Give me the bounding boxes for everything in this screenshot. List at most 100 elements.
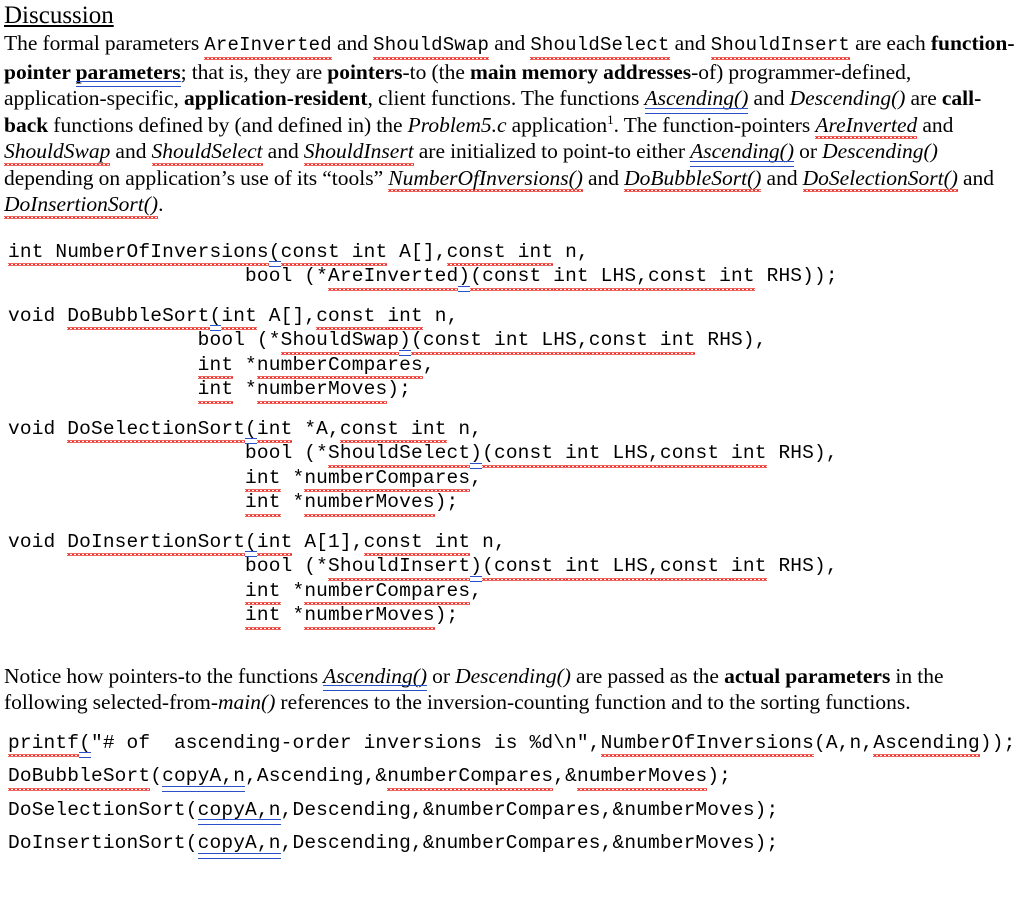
keyword-int: int [493,329,530,354]
code-run: A[], [387,240,447,263]
keyword-const: (const [482,555,566,580]
italic-descending-3: Descending() [455,663,571,688]
keyword-int: int [719,265,755,290]
grammar-paren: ) [399,329,411,355]
code-line: int *numberCompares, [8,466,1024,492]
code-run: , [422,353,435,376]
code-run: * [233,353,257,376]
keyword-int: int [434,530,471,556]
code-term-shouldinsert: ShouldInsert [710,32,851,59]
code-run: * [280,579,305,602]
italic-descending-2: Descending() [822,139,938,163]
code-line: int *numberMoves); [8,377,1024,403]
keyword-const: const [363,530,435,556]
keyword-int: int [197,378,234,403]
discussion-paragraph-1: The formal parameters AreInverted and Sh… [4,30,1018,218]
code-call-doselectionsort: DoSelectionSort(copyA,n,Descending,&numb… [8,798,1024,825]
code-run: * [280,491,305,513]
italic-ascending-1: Ascending() [644,86,749,113]
code-run: ,Ascending,& [245,765,388,787]
grammar-flagged-parameters: parameters [75,59,181,87]
param-numbermoves: numberMoves [256,378,388,403]
text-run: The formal parameters [4,31,205,55]
code-run: RHS), [766,555,838,577]
param-lhs: LHS, [600,442,661,467]
param-shouldinsert: ShouldInsert [328,555,471,580]
keyword-int: int [387,304,423,330]
text-run: and [489,31,531,55]
italic-numberofinversions: NumberOfInversions() [388,165,583,192]
param-areinverted: AreInverted [328,265,459,290]
code-line: bool (*ShouldInsert)(const int LHS,const… [8,554,1024,581]
grammar-paren: ) [458,265,471,291]
italic-ascending-3: Ascending() [323,663,428,691]
code-line: int NumberOfInversions(const int A[],con… [8,240,1024,267]
code-line: void DoBubbleSort(int A[],const int n, [8,304,1024,331]
keyword-int: int [731,442,767,467]
keyword-int: int [731,555,767,580]
fn-numberofinversions: NumberOfInversions [600,731,815,757]
keyword-const: (const [482,442,566,467]
code-run: ); [434,604,459,626]
italic-ascending-2: Ascending() [690,139,794,166]
param-numbercompares: numberCompares [304,466,471,492]
italic-dobubblesort: DoBubbleSort() [624,165,762,192]
grammar-copya-n: copyA,n [197,832,281,858]
text-run: and [669,31,711,55]
fn-dobubblesort: DoBubbleSort [8,765,151,790]
arg-numbercompares: numberCompares [387,765,554,790]
text-run: and [957,165,995,190]
fn-name-doselectionsort: DoSelectionSort [67,417,246,443]
param-lhs: LHS, [600,555,661,580]
param-lhs: LHS, [588,265,649,290]
keyword-int: int [197,353,234,379]
keyword-int: int [8,240,56,266]
text-run: depending on application’s use of its “t… [4,165,389,190]
text-run: application [506,112,608,137]
code-run: * [280,466,305,489]
grammar-paren: ( [245,417,257,444]
keyword-const: (const [470,265,554,290]
italic-problem5c: Problem5.c [407,112,507,137]
fn-name-dobubblesort: DoBubbleSort [67,304,210,330]
code-run: ( [150,765,163,787]
keyword-void: void [8,417,68,440]
code-line: void DoInsertionSort(int A[1],const int … [8,530,1024,557]
code-run: n, [470,530,506,553]
fn-name-numberofinversions: NumberOfInversions [55,240,270,266]
code-line: bool (*AreInverted)(const int LHS,const … [8,264,1024,291]
code-line: bool (*ShouldSelect)(const int LHS,const… [8,441,1024,468]
text-run: , client functions. The functions [367,86,645,110]
code-run: n, [553,240,589,263]
text-run: references to the inversion-counting fun… [275,690,911,714]
keyword-int: int [565,555,601,580]
keyword-const: const [339,417,412,443]
code-term-shouldselect: ShouldSelect [530,32,670,59]
keyword-int: int [553,265,589,290]
code-run: ); [434,491,459,513]
keyword-const: const [659,555,732,580]
code-run: )); [979,731,1016,754]
keyword-int: int [245,604,281,629]
code-run: bool (* [245,555,329,577]
fn-doinsertionsort: DoInsertionSort [8,832,186,854]
arg-ascending: Ascending [873,731,980,757]
param-numbercompares: numberCompares [256,353,423,379]
code-line: void DoSelectionSort(int *A,const int n, [8,417,1024,444]
italic-main: main() [218,690,276,714]
grammar-paren: ) [470,442,483,468]
keyword-const: (const [411,329,494,354]
code-call-printf: printf("# of ascending-order inversions … [8,731,1024,758]
code-run: ( [185,798,198,821]
text-run: and [761,165,803,190]
